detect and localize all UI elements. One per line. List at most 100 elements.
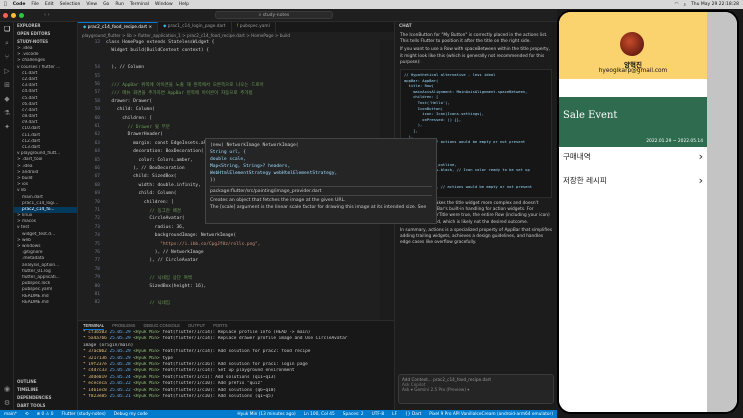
code-line[interactable]: child: SizedBox(	[106, 174, 176, 179]
flutter-icon[interactable]: ◆	[0, 92, 14, 106]
run-debug-icon[interactable]: ▷	[0, 64, 14, 78]
code-line[interactable]: margin: const EdgeInsets.all(0),	[106, 141, 220, 146]
sale-event-banner[interactable]: Sale Event 2022.01.29 ~ 2022.05.14	[559, 97, 707, 147]
indentation[interactable]: Spaces: 2	[343, 412, 364, 417]
source-control-icon[interactable]: ⑂	[0, 50, 14, 64]
code-line[interactable]: /// AppBar 위쪽에 아이콘을 노출 해 왼쪽에서 오른쪽으로 나오는 …	[106, 82, 263, 88]
chat-icon[interactable]: ✦	[0, 120, 14, 134]
menu-window[interactable]: Window	[155, 2, 173, 7]
tab-terminal[interactable]: TERMINAL	[83, 321, 105, 330]
code-line[interactable]: backgroundImage: NetworkImage(	[106, 233, 236, 238]
cursor-position[interactable]: Ln 100, Col 45	[304, 412, 335, 417]
line-number: 72	[94, 216, 100, 222]
extensions-icon[interactable]: ⊞	[0, 78, 14, 92]
code-line[interactable]: "https://i.ibb.co/CpgJf8z/rolls.png",	[106, 242, 260, 247]
testing-icon[interactable]: ⚗	[0, 106, 14, 120]
code-line[interactable]: DrawerHeader(	[106, 132, 163, 137]
tab-output[interactable]: OUTPUT	[188, 321, 205, 330]
code-line[interactable]: SizedBox(height: 16),	[106, 284, 206, 289]
code-line[interactable]: drawer: Drawer(	[106, 99, 152, 104]
gear-icon[interactable]: ⚙	[0, 396, 14, 410]
menu-purchase-history[interactable]: 구매내역 ›	[563, 147, 703, 167]
dependencies-section[interactable]: DEPENDENCIES	[14, 394, 77, 402]
tree-item[interactable]: README.md	[14, 300, 77, 306]
code-line[interactable]: width: double.infinity,	[106, 183, 201, 188]
menu-saved-recipes[interactable]: 저장한 레시피 ›	[563, 171, 703, 191]
open-editors-section[interactable]: OPEN EDITORS	[14, 30, 77, 38]
language-mode[interactable]: {} Dart	[405, 412, 421, 417]
tab-ports[interactable]: PORTS	[213, 321, 227, 330]
model-selector[interactable]: Ask ▾ Gemini 2.5 Pro (Preview) ▾	[402, 387, 550, 392]
close-window-button[interactable]	[3, 12, 8, 18]
code-line[interactable]: ), // NetworkImage	[106, 250, 204, 255]
menu-run[interactable]: Run	[115, 2, 124, 7]
status-bar: main* ⟲ ⊗ 0 ⚠ 0 Flutter (study-notes) De…	[0, 410, 557, 418]
tab-prac2-food-recipe[interactable]: ◆ prac2_c14_food_recipe.dart ×	[78, 22, 159, 32]
menu-go[interactable]: Go	[103, 2, 109, 7]
menu-edit[interactable]: Edit	[45, 2, 54, 7]
line-number: 67	[94, 174, 100, 180]
terminal-output[interactable]: * cf3b583 25.05.29 <Hyuk Min> feat(flutt…	[78, 330, 394, 400]
sync-icon[interactable]: ⟲	[25, 412, 29, 417]
code-line[interactable]: // Drawer 윗 부분	[106, 124, 170, 130]
tab-prac1-login-page[interactable]: ◆ prac1_c14_login_page.dart	[158, 22, 232, 32]
search-icon[interactable]: ⌕	[683, 2, 686, 8]
code-line[interactable]: color: Colors.amber,	[106, 158, 193, 163]
code-line[interactable]: children: [	[106, 116, 152, 121]
account-icon[interactable]: ◉	[0, 382, 14, 396]
command-center-search[interactable]: ⌕ study-notes	[215, 11, 333, 19]
breadcrumb[interactable]: playground_flutter > lib > flutter_appli…	[78, 32, 394, 40]
git-blame[interactable]: Hyuk Min (13 minutes ago)	[237, 412, 295, 417]
menu-view[interactable]: View	[86, 2, 97, 7]
apple-menu[interactable]: 	[4, 2, 7, 7]
wifi-icon[interactable]: ◠	[675, 2, 679, 8]
code-line[interactable]: ), // CircleAvatar	[106, 258, 198, 263]
outline-section[interactable]: OUTLINE	[14, 378, 77, 386]
minimize-window-button[interactable]	[11, 12, 16, 18]
user-email: hyeogikarp@gmail.com	[598, 68, 668, 74]
tab-pubspec[interactable]: ! pubspec.yaml	[232, 22, 276, 32]
hover-signature-line: WebHtmlElementStrategy webHtmlElementStr…	[210, 171, 338, 176]
code-line[interactable]: class HomePage extends StatelessWidget {	[106, 40, 214, 45]
device-selector[interactable]: Pixel 9 Pro API VanillaIceCream (android…	[429, 412, 553, 417]
code-line[interactable]: ), // Column	[106, 65, 144, 70]
search-icon[interactable]: ⌕	[0, 36, 14, 50]
code-line[interactable]: decoration: BoxDecoration(	[106, 149, 203, 154]
code-line[interactable]: Widget build(BuildContext context) {	[106, 48, 209, 53]
code-line[interactable]: ), // BoxDecoration	[106, 166, 185, 171]
explorer-icon[interactable]: ❏	[0, 22, 14, 36]
code-line[interactable]: // 동그란 배경	[106, 208, 181, 214]
code-line[interactable]: child: Column(	[106, 191, 177, 196]
problems-indicator[interactable]: ⊗ 0 ⚠ 0	[37, 412, 54, 417]
menu-selection[interactable]: Selection	[60, 2, 81, 7]
branch-indicator[interactable]: main*	[4, 412, 17, 417]
code-line[interactable]: // 닉네임	[106, 300, 170, 306]
scrim[interactable]	[707, 12, 737, 412]
line-number: 13	[94, 40, 100, 45]
line-ending[interactable]: LF	[392, 412, 397, 417]
menu-file[interactable]: File	[31, 2, 39, 7]
zoom-window-button[interactable]	[19, 12, 24, 18]
tab-problems[interactable]: PROBLEMS	[112, 321, 135, 330]
tab-debug-console[interactable]: DEBUG CONSOLE	[143, 321, 180, 330]
menu-terminal[interactable]: Terminal	[130, 2, 149, 7]
line-number: 57	[94, 90, 100, 96]
timeline-section[interactable]: TIMELINE	[14, 386, 77, 394]
debug-button[interactable]: Debug my code	[114, 412, 148, 417]
chat-input[interactable]: Add Context... prac2_c14_food_recipe.dar…	[398, 374, 554, 404]
flutter-status[interactable]: Flutter (study-notes)	[62, 412, 106, 417]
line-number: 77	[94, 258, 100, 264]
code-line[interactable]: CircleAvatar(	[106, 216, 184, 221]
menubar-clock[interactable]: Thu May 29 22:18:28	[691, 2, 739, 8]
code-line[interactable]: radius: 36,	[106, 225, 185, 230]
menu-code[interactable]: Code	[13, 2, 26, 7]
menu-help[interactable]: Help	[179, 2, 189, 7]
nav-arrows-icon[interactable]: ‹ ›	[44, 12, 50, 18]
code-line[interactable]: /// 메뉴 화면을 추가하면 AppBar 왼쪽에 아이콘이 자동으로 추가됨	[106, 90, 252, 96]
dart-tools-section[interactable]: DART TOOLS	[14, 402, 77, 410]
encoding[interactable]: UTF-8	[372, 412, 385, 417]
workspace-section[interactable]: STUDY-NOTES	[14, 38, 77, 46]
code-line[interactable]: // 닉네임 상단 여백	[106, 275, 192, 281]
code-line[interactable]: children: [	[106, 200, 174, 205]
code-line[interactable]: child: Column(	[106, 107, 155, 112]
